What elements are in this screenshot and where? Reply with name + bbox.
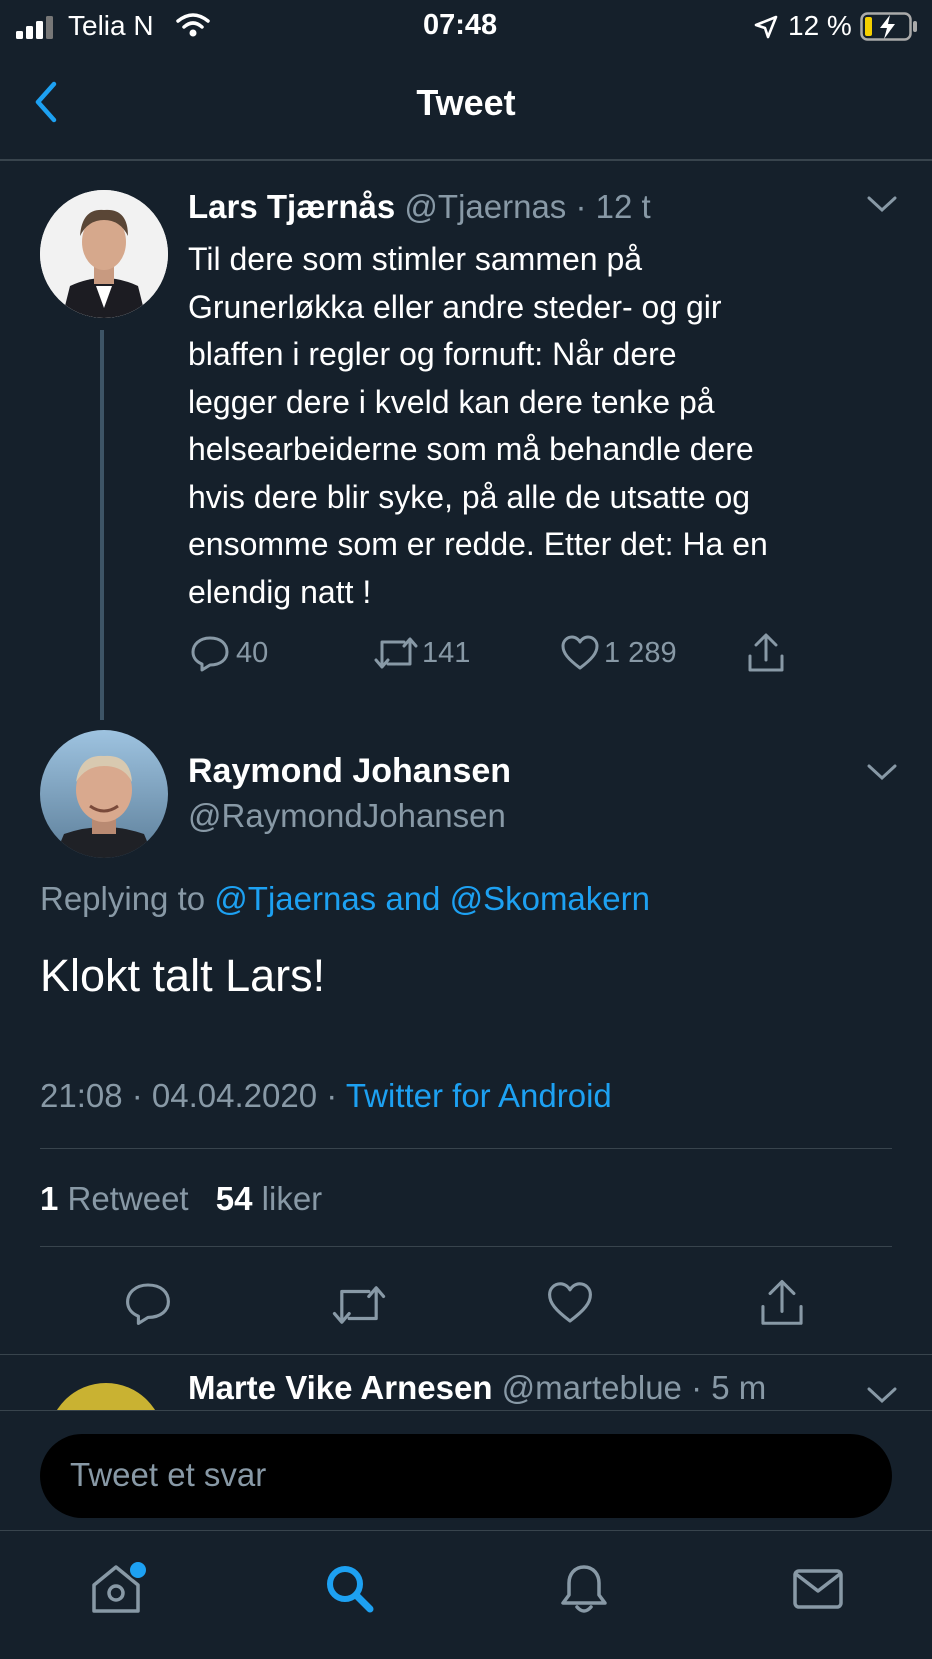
tab-notifications[interactable] <box>556 1561 612 1622</box>
main-tweet-text: Klokt talt Lars! <box>40 950 326 1001</box>
avatar-raymond[interactable] <box>40 730 168 858</box>
like-count-value: 54 <box>215 1180 253 1217</box>
status-bar: Telia N 07:48 12 % <box>0 0 932 52</box>
author-name[interactable]: Marte Vike Arnesen <box>188 1369 492 1406</box>
retweet-icon <box>332 1286 386 1324</box>
replying-user-link[interactable]: @Skomakern <box>450 880 650 917</box>
divider <box>40 1246 892 1247</box>
tweet-line: hvis dere blir syke, på alle de utsatte … <box>188 478 751 515</box>
share-action[interactable] <box>746 632 786 679</box>
author-handle[interactable]: @Tjaernas <box>404 188 566 225</box>
retweet-count: 141 <box>422 636 471 669</box>
retweets-stat[interactable]: 1 Retweet <box>40 1180 198 1217</box>
tweet-menu-button[interactable] <box>866 194 898 219</box>
retweet-button[interactable] <box>332 1284 386 1331</box>
reply-icon <box>126 1283 170 1325</box>
like-count: 1 289 <box>604 636 677 669</box>
carrier-label: Telia N <box>68 10 154 41</box>
tweet-timestamp-row: 21:08 · 04.04.2020 · Twitter for Android <box>40 1077 612 1115</box>
tweet-age: 12 t <box>595 188 651 225</box>
reply-placeholder: Tweet et svar <box>70 1456 267 1493</box>
heart-icon <box>561 635 599 670</box>
retweet-action[interactable]: 141 <box>374 636 470 670</box>
reply-action[interactable]: 40 <box>190 634 268 672</box>
reply-button[interactable] <box>124 1280 172 1331</box>
tweet-line: helsearbeiderne som må behandle dere <box>188 431 754 467</box>
clock: 07:48 <box>423 9 498 41</box>
tweet-source-link[interactable]: Twitter for Android <box>346 1077 612 1114</box>
retweet-icon <box>374 637 418 669</box>
battery-icon <box>860 12 918 49</box>
chevron-down-icon <box>867 764 897 781</box>
parent-tweet-text: Til dere som stimler sammen på Grunerløk… <box>188 236 908 616</box>
reply-count: 40 <box>236 636 269 669</box>
retweet-label: Retweet <box>67 1180 189 1217</box>
notification-dot <box>128 1560 148 1580</box>
share-button[interactable] <box>758 1278 806 1333</box>
search-icon <box>327 1566 374 1613</box>
tweet-line: ensomme som er redde. Etter det: Ha en <box>188 526 768 562</box>
retweet-count-value: 1 <box>40 1180 59 1217</box>
tweet-line: elendig natt ! <box>188 573 372 610</box>
tab-search[interactable] <box>322 1561 378 1622</box>
location-arrow-icon <box>754 14 778 46</box>
thread-line <box>100 330 104 720</box>
separator-dot: · <box>575 188 587 225</box>
tweet-timestamp: 21:08 · 04.04.2020 · <box>40 1077 338 1114</box>
tweet-line: Grunerløkka eller andre steder- og gir <box>188 288 722 325</box>
like-button[interactable] <box>546 1280 594 1331</box>
divider <box>40 1148 892 1149</box>
separator-dot: · <box>691 1369 703 1406</box>
chevron-down-icon <box>867 1387 897 1404</box>
wifi-icon <box>176 12 210 45</box>
replying-prefix: Replying to <box>40 880 206 917</box>
signal-icon <box>16 14 58 46</box>
avatar-lars[interactable] <box>40 190 168 318</box>
share-icon <box>761 1280 803 1325</box>
next-tweet-header: Marte Vike Arnesen @marteblue · 5 m <box>188 1369 766 1407</box>
replying-and[interactable]: and <box>385 880 440 917</box>
messages-icon <box>793 1569 843 1609</box>
main-tweet-menu-button[interactable] <box>866 762 898 787</box>
tab-bar <box>0 1530 932 1659</box>
page-title: Tweet <box>416 82 516 123</box>
next-tweet[interactable]: Marte Vike Arnesen @marteblue · 5 m <box>0 1355 932 1410</box>
tweet-line: blaffen i regler og fornuft: Når dere <box>188 336 677 372</box>
author-handle[interactable]: @marteblue <box>502 1369 682 1406</box>
reply-icon <box>191 636 229 672</box>
header: Tweet <box>0 52 932 161</box>
main-author-handle[interactable]: @RaymondJohansen <box>188 797 506 835</box>
heart-icon <box>548 1282 592 1323</box>
main-author-name[interactable]: Raymond Johansen <box>188 752 511 791</box>
reply-composer: Tweet et svar <box>0 1410 932 1521</box>
engagement-stats: 1 Retweet 54 liker <box>40 1180 322 1218</box>
battery-percent: 12 % <box>788 10 852 41</box>
notifications-icon <box>561 1565 607 1613</box>
like-label: liker <box>261 1180 323 1217</box>
avatar-marte[interactable] <box>48 1383 164 1410</box>
tweet-line: Til dere som stimler sammen på <box>188 241 643 277</box>
tweet-age: 5 m <box>711 1369 767 1406</box>
tweet-line: legger dere i kveld kan dere tenke på <box>188 383 715 420</box>
like-action[interactable]: 1 289 <box>560 634 677 672</box>
tab-messages[interactable] <box>790 1561 846 1622</box>
likes-stat[interactable]: 54 liker <box>216 1180 322 1217</box>
replying-user-link[interactable]: @Tjaernas <box>214 880 376 917</box>
next-tweet-menu-button[interactable] <box>866 1385 898 1410</box>
chevron-down-icon <box>867 196 897 213</box>
author-name[interactable]: Lars Tjærnås <box>188 188 395 225</box>
parent-tweet-header: Lars Tjærnås @Tjaernas · 12 t <box>188 188 651 226</box>
reply-input[interactable]: Tweet et svar <box>40 1434 892 1518</box>
share-icon <box>748 633 784 672</box>
replying-to: Replying to @Tjaernas and @Skomakern <box>40 880 650 918</box>
